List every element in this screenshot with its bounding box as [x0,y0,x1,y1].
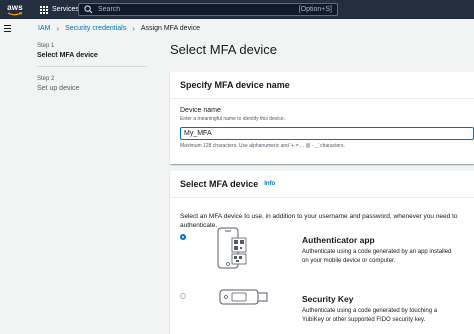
radio-authenticator-app[interactable] [180,234,186,240]
option-description: Authenticate using a code generated by a… [302,249,452,264]
device-name-input[interactable] [180,127,474,140]
search-icon [84,5,93,14]
step-name: Select MFA device [37,52,98,59]
device-name-description: Enter a meaningful name to identify this… [180,116,286,122]
step-name: Set up device [37,85,80,92]
authenticator-app-icon [217,227,247,269]
aws-smile-icon [7,11,23,15]
services-grid-icon [40,5,48,14]
chevron-right-icon: › [132,24,135,33]
step-number: Step 1 [37,43,55,49]
top-navigation-bar: aws Services [Option+S] [0,0,474,19]
option-title: Security Key [302,294,354,304]
option-description: Authenticate using a code generated by t… [302,308,438,323]
aws-logo[interactable]: aws [3,0,27,19]
panel-title: Select MFA device [180,179,259,189]
search-input[interactable] [98,6,278,13]
search-shortcut-hint: [Option+S] [298,6,332,13]
step-divider [37,66,147,67]
option-title: Authenticator app [302,235,375,245]
radio-security-key[interactable] [180,293,186,299]
device-name-label: Device name [180,107,221,114]
step-1: Step 1 Select MFA device [37,43,147,59]
menu-hamburger-icon[interactable] [4,25,11,32]
wizard-steps: Step 1 Select MFA device Step 2 Set up d… [37,43,147,92]
panel-header: Select MFA device Info [170,171,474,198]
page-title: Select MFA device [170,42,277,57]
chevron-right-icon: › [56,24,60,33]
breadcrumb-iam[interactable]: IAM [38,25,50,32]
services-label: Services [52,6,79,13]
breadcrumb-assign-mfa: Assign MFA device [140,25,201,32]
select-device-panel: Select MFA device Info Select an MFA dev… [170,171,474,334]
info-link[interactable]: Info [264,181,275,187]
search-box[interactable]: [Option+S] [78,3,338,16]
services-menu-button[interactable]: Services [40,0,79,19]
device-name-panel: Specify MFA device name Device name Ente… [170,72,474,164]
security-key-icon [219,289,268,305]
step-number: Step 2 [37,76,55,82]
breadcrumb: IAM › Security credentials › Assign MFA … [38,24,200,33]
aws-logo-text: aws [7,2,23,12]
panel-title: Specify MFA device name [180,80,290,90]
step-2: Step 2 Set up device [37,76,147,92]
panel-header: Specify MFA device name [170,72,474,99]
device-name-constraint: Maximum 128 characters. Use alphanumeric… [180,143,345,149]
breadcrumb-security-credentials[interactable]: Security credentials [65,25,126,32]
panel-body: Device name Enter a meaningful name to i… [170,99,474,155]
